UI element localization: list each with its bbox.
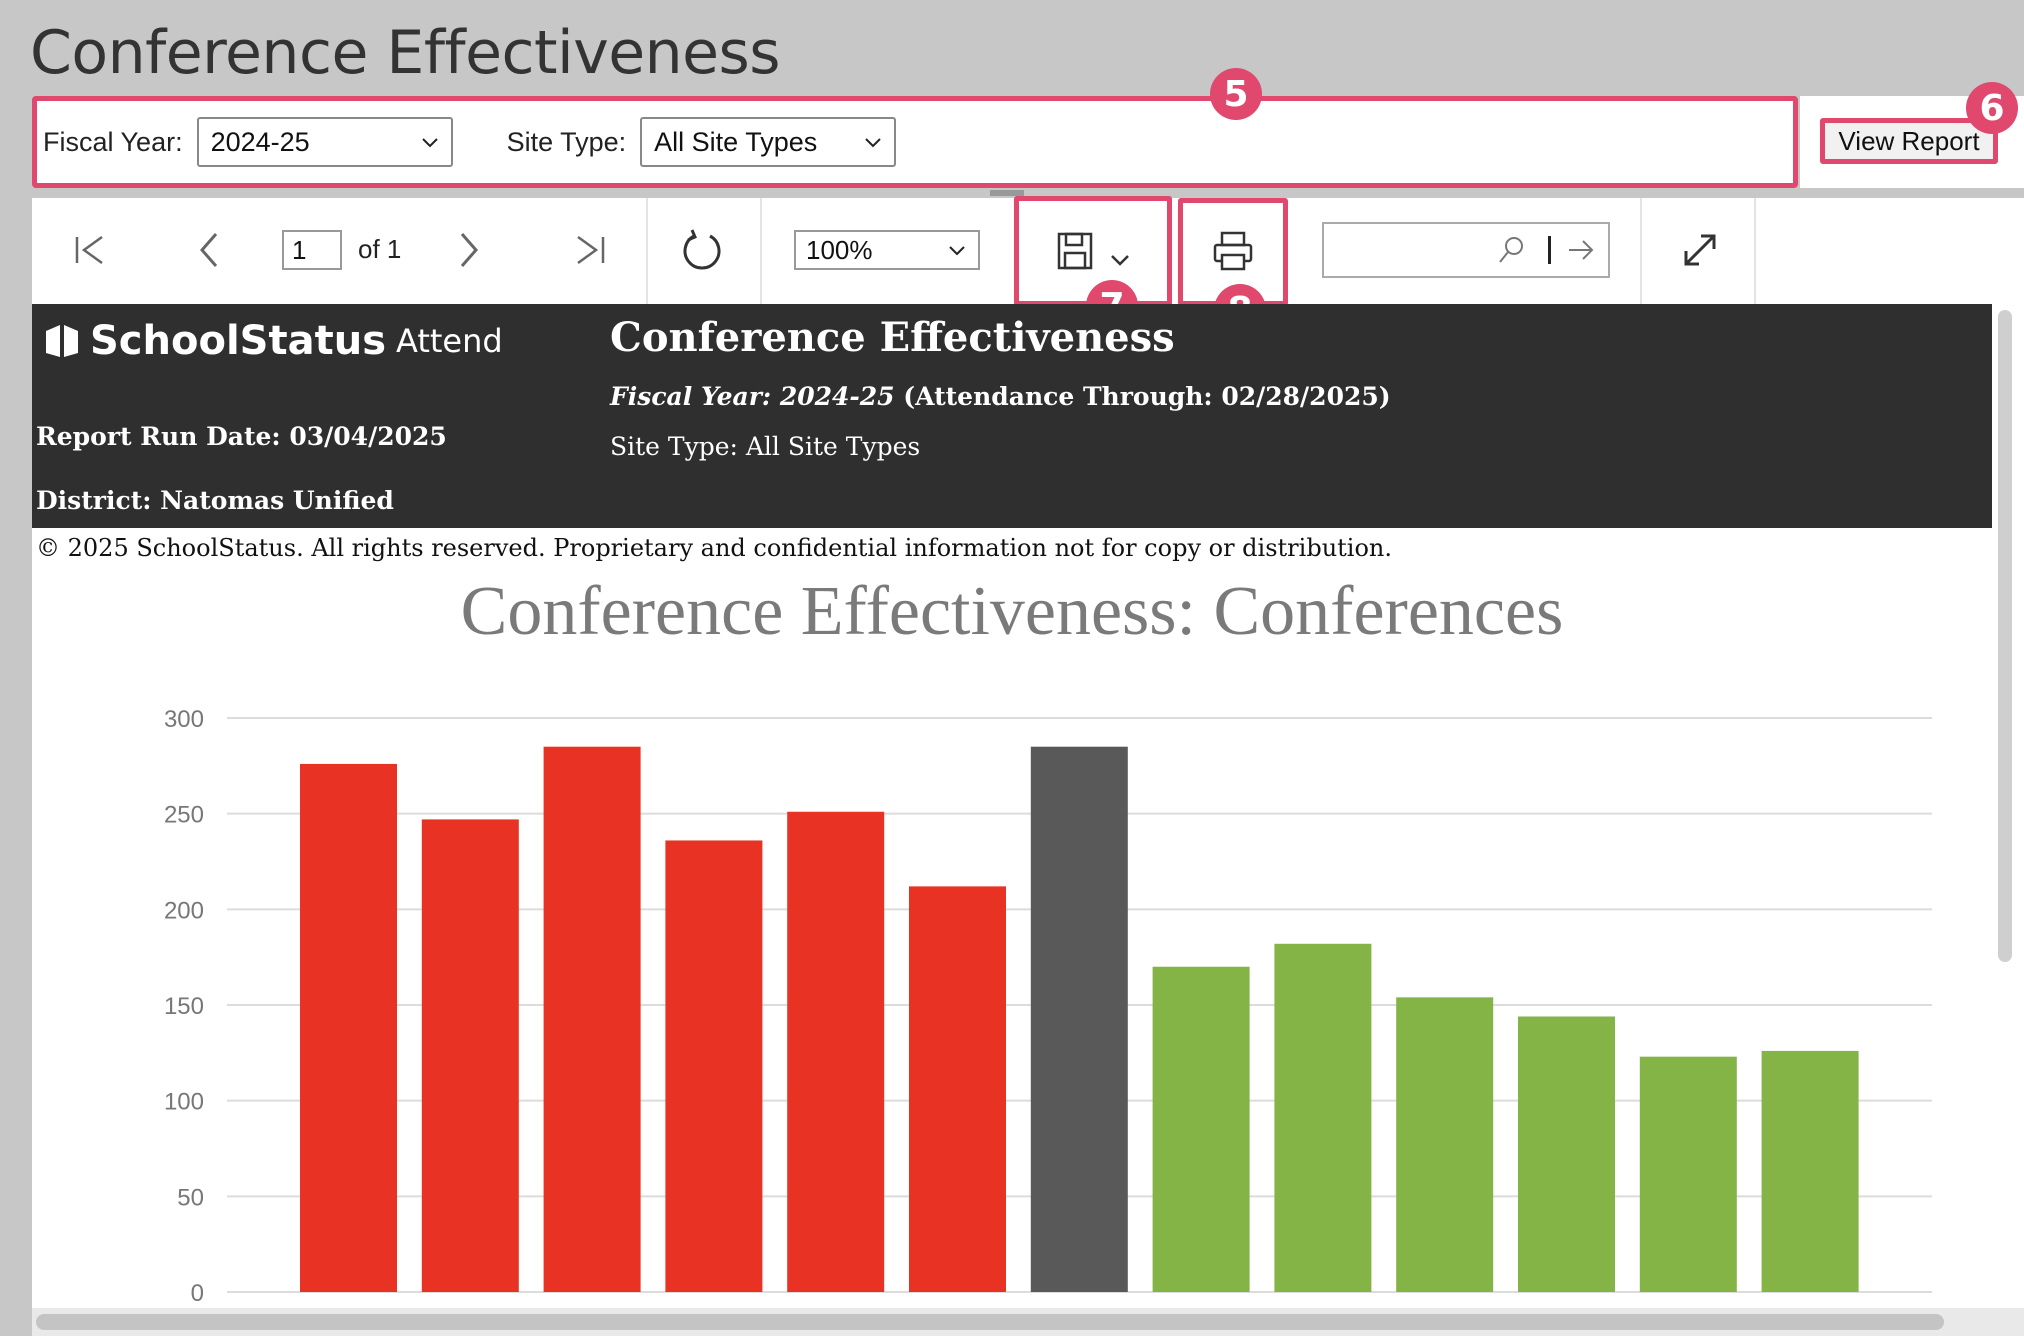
zoom-value: 100% <box>806 234 873 265</box>
search-icon[interactable] <box>1496 234 1526 266</box>
y-tick-label: 50 <box>177 1184 204 1211</box>
y-tick-label: 250 <box>164 802 204 829</box>
page-title: Conference Effectiveness <box>30 18 781 88</box>
report-viewer: SchoolStatus Attend Report Run Date: 03/… <box>32 304 1992 1308</box>
y-tick-label: 200 <box>164 897 204 924</box>
toolbar-separator <box>1754 198 1756 304</box>
bar-1[interactable] <box>300 763 397 1292</box>
search-divider <box>1548 236 1551 264</box>
y-tick-label: 300 <box>164 706 204 733</box>
report-parameters-bar: Fiscal Year: 2024-25 Site Type: All Site… <box>32 96 1798 188</box>
expand-icon[interactable] <box>1682 232 1718 268</box>
bar-5[interactable] <box>787 811 885 1292</box>
y-tick-label: 150 <box>164 993 204 1020</box>
page-count-label: of 1 <box>358 234 402 264</box>
print-icon[interactable] <box>1212 230 1254 272</box>
site-type-label: Site Type: <box>506 126 627 157</box>
bar-11[interactable] <box>1518 1016 1615 1292</box>
refresh-icon[interactable] <box>680 228 726 274</box>
y-tick-label: 0 <box>191 1280 204 1307</box>
bar-6[interactable] <box>909 886 1006 1292</box>
bar-3[interactable] <box>543 746 641 1292</box>
bar-2[interactable] <box>421 819 519 1292</box>
vertical-scrollbar-thumb[interactable] <box>1998 310 2012 962</box>
chevron-down-icon <box>949 246 965 256</box>
fiscal-year-label: Fiscal Year: <box>43 126 183 157</box>
bar-4[interactable] <box>665 840 763 1292</box>
page-number-input[interactable]: 1 <box>282 230 342 270</box>
conferences-bar-chart: 0 50 100 150 200 250 300 <box>164 706 1932 1307</box>
previous-page-icon[interactable] <box>194 230 224 270</box>
find-next-icon[interactable] <box>1566 236 1596 264</box>
bar-13[interactable] <box>1761 1050 1859 1292</box>
callout-badge-5: 5 <box>1210 68 1262 120</box>
bar-8[interactable] <box>1152 966 1250 1292</box>
chevron-down-icon <box>421 138 438 148</box>
bar-7[interactable] <box>1030 746 1128 1292</box>
bar-9[interactable] <box>1274 943 1372 1292</box>
chevron-down-icon <box>865 138 881 148</box>
fiscal-year-select[interactable]: 2024-25 <box>196 117 453 167</box>
next-page-icon[interactable] <box>454 230 484 270</box>
fiscal-year-value: 2024-25 <box>210 126 310 157</box>
horizontal-scrollbar-thumb[interactable] <box>36 1314 1944 1330</box>
save-export-icon[interactable] <box>1056 230 1136 274</box>
last-page-icon[interactable] <box>572 234 608 266</box>
bar-10[interactable] <box>1396 997 1494 1292</box>
site-type-select[interactable]: All Site Types <box>640 117 897 167</box>
callout-badge-6: 6 <box>1966 82 2018 134</box>
bar-12[interactable] <box>1639 1056 1737 1292</box>
site-type-value: All Site Types <box>654 126 818 157</box>
first-page-icon[interactable] <box>72 234 108 266</box>
y-tick-label: 100 <box>164 1089 204 1116</box>
zoom-select[interactable]: 100% <box>794 230 980 270</box>
